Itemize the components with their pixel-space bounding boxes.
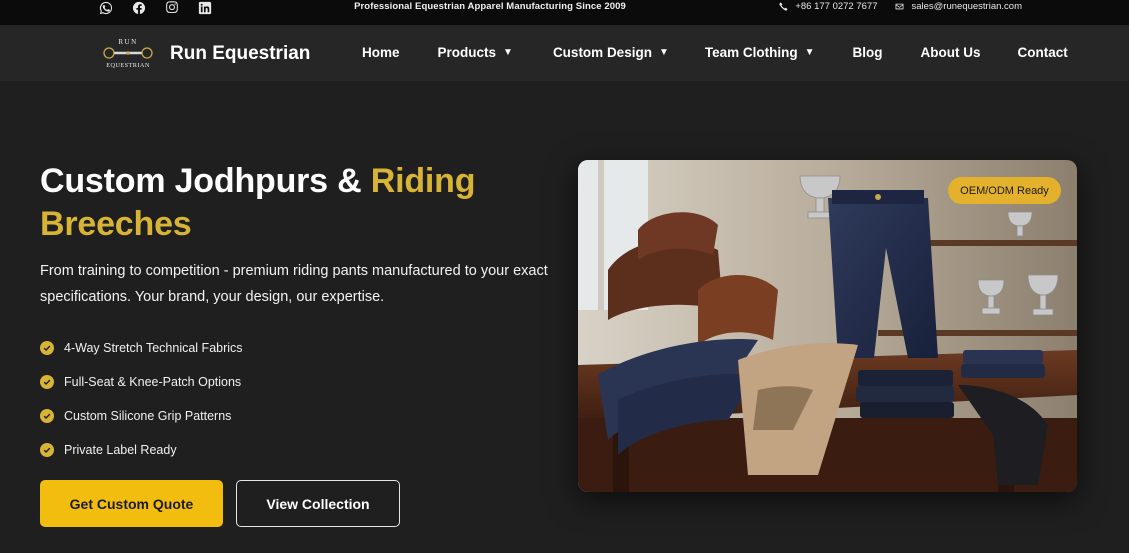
caret-down-icon: ▼ — [503, 47, 513, 58]
hero-subtitle: From training to competition - premium r… — [40, 263, 548, 305]
nav-item-label: Products — [437, 45, 497, 60]
hero-title: Custom Jodhpurs & Riding Breeches — [40, 160, 560, 246]
nav-item-products[interactable]: Products ▼ — [438, 45, 513, 60]
logo-text-top: RUN — [118, 38, 137, 46]
main-nav: RUN EQUESTRIAN Run Equestrian Home Produ… — [0, 25, 1129, 81]
feature-label: Full-Seat & Knee-Patch Options — [64, 375, 242, 389]
phone-number: +86 177 0272 7677 — [795, 1, 878, 12]
view-collection-button[interactable]: View Collection — [236, 480, 400, 527]
oem-odm-badge: OEM/ODM Ready — [948, 177, 1061, 204]
logo-text-bottom: EQUESTRIAN — [106, 62, 150, 69]
contact-info: +86 177 0272 7677 sales@runequestrian.co… — [779, 1, 1022, 12]
email-link[interactable]: sales@runequestrian.com — [895, 1, 1022, 12]
feature-label: Custom Silicone Grip Patterns — [64, 409, 232, 423]
feature-label: Private Label Ready — [64, 443, 177, 457]
nav-menu: Home Products ▼ Custom Design ▼ Team Clo… — [362, 45, 1068, 60]
nav-item-label: Custom Design — [552, 45, 652, 60]
nav-item-home[interactable]: Home — [362, 45, 400, 60]
feature-item: 4-Way Stretch Technical Fabrics — [40, 331, 243, 365]
mail-icon — [896, 3, 904, 10]
brand-name[interactable]: Run Equestrian — [170, 43, 310, 65]
nav-item-label: Home — [362, 45, 400, 60]
run-equestrian-logo[interactable]: RUN EQUESTRIAN — [99, 36, 157, 70]
nav-item-blog[interactable]: Blog — [853, 45, 883, 60]
feature-label: 4-Way Stretch Technical Fabrics — [64, 341, 243, 355]
feature-item: Custom Silicone Grip Patterns — [40, 399, 243, 433]
phone-link[interactable]: +86 177 0272 7677 — [779, 1, 877, 12]
nav-item-label: Blog — [852, 45, 883, 60]
nav-item-team-clothing[interactable]: Team Clothing ▼ — [705, 45, 815, 60]
nav-item-label: Contact — [1017, 45, 1068, 60]
nav-item-custom-design[interactable]: Custom Design ▼ — [553, 45, 669, 60]
caret-down-icon: ▼ — [658, 47, 669, 58]
email-address: sales@runequestrian.com — [911, 1, 1022, 12]
feature-item: Private Label Ready — [40, 433, 243, 467]
caret-down-icon: ▼ — [804, 47, 815, 58]
feature-item: Full-Seat & Knee-Patch Options — [40, 365, 243, 399]
nav-item-label: About Us — [920, 45, 981, 60]
product-photo — [578, 160, 1077, 492]
check-icon — [40, 375, 54, 389]
nav-item-contact[interactable]: Contact — [1018, 45, 1068, 60]
check-icon — [40, 443, 54, 457]
get-custom-quote-button[interactable]: Get Custom Quote — [40, 480, 223, 527]
nav-item-about-us[interactable]: About Us — [921, 45, 981, 60]
top-bar: Professional Equestrian Apparel Manufact… — [0, 0, 1129, 25]
phone-icon — [779, 2, 788, 11]
feature-list: 4-Way Stretch Technical Fabrics Full-Sea… — [40, 331, 243, 467]
check-icon — [40, 341, 54, 355]
hero-title-main: Custom Jodhpurs & — [40, 162, 371, 200]
check-icon — [40, 409, 54, 423]
nav-item-label: Team Clothing — [704, 45, 798, 60]
